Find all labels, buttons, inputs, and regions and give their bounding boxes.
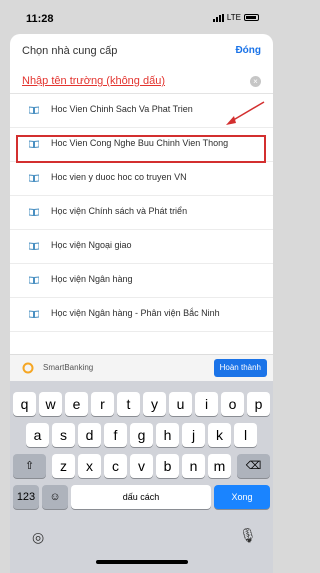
backspace-key[interactable]: ⌫ (237, 454, 270, 478)
key-y[interactable]: y (143, 392, 166, 416)
key-i[interactable]: i (195, 392, 218, 416)
key-m[interactable]: m (208, 454, 231, 478)
microphone-icon[interactable]: 🎙 (239, 527, 257, 544)
key-n[interactable]: n (182, 454, 205, 478)
book-icon (29, 242, 39, 250)
key-w[interactable]: w (39, 392, 62, 416)
key-g[interactable]: g (130, 423, 153, 447)
home-indicator (96, 560, 188, 564)
search-row: × (10, 68, 273, 94)
list-item[interactable]: Hoc Vien Chinh Sach Va Phat Trien (10, 94, 273, 128)
close-button[interactable]: Đóng (235, 45, 261, 56)
key-s[interactable]: s (52, 423, 75, 447)
highlight-box (16, 135, 266, 163)
list-item[interactable]: Học viện Ngân hàng - Phân viện Bắc Ninh (10, 298, 273, 332)
list-item-label: Học viện Chính sách và Phát triển (51, 206, 188, 216)
keyboard: q w e r t y u i o p a s d f g h j k l ⇧ … (10, 381, 273, 573)
key-a[interactable]: a (26, 423, 49, 447)
list-item-label: Hoc Vien Chinh Sach Va Phat Trien (51, 104, 193, 114)
key-o[interactable]: o (221, 392, 244, 416)
clear-icon[interactable]: × (250, 76, 261, 87)
sheet-header: Chọn nhà cung cấp Đóng (10, 34, 273, 68)
key-e[interactable]: e (65, 392, 88, 416)
emoji-key[interactable]: ☺ (42, 485, 68, 509)
key-b[interactable]: b (156, 454, 179, 478)
list-item[interactable]: Học viện Ngân hàng (10, 264, 273, 298)
network-label: LTE (226, 13, 241, 22)
list-item[interactable]: Học viện Chính sách và Phát triển (10, 196, 273, 230)
key-h[interactable]: h (156, 423, 179, 447)
status-bar: 11:28 LTE (0, 0, 283, 34)
key-z[interactable]: z (52, 454, 75, 478)
signal-icon (212, 13, 224, 22)
key-d[interactable]: d (78, 423, 101, 447)
key-f[interactable]: f (104, 423, 127, 447)
list-item[interactable]: Hoc vien y duoc hoc co truyen VN (10, 162, 273, 196)
key-j[interactable]: j (182, 423, 205, 447)
shift-key[interactable]: ⇧ (13, 454, 46, 478)
key-x[interactable]: x (78, 454, 101, 478)
status-indicators: LTE (212, 13, 259, 22)
key-q[interactable]: q (13, 392, 36, 416)
sheet-title: Chọn nhà cung cấp (22, 45, 118, 57)
key-r[interactable]: r (91, 392, 114, 416)
book-icon (29, 106, 39, 114)
list-item[interactable]: Học viện Ngoại giao (10, 230, 273, 264)
list-item-label: Học viện Ngân hàng - Phân viện Bắc Ninh (51, 308, 220, 318)
book-icon (29, 208, 39, 216)
key-c[interactable]: c (104, 454, 127, 478)
battery-icon (244, 14, 259, 21)
keyboard-toolbar: SmartBanking Hoàn thành (10, 354, 273, 381)
key-v[interactable]: v (130, 454, 153, 478)
list-item-label: Học viện Ngân hàng (51, 274, 133, 284)
enter-key[interactable]: Xong (214, 485, 270, 509)
list-item-label: Hoc vien y duoc hoc co truyen VN (51, 172, 187, 182)
key-t[interactable]: t (117, 392, 140, 416)
list-item-label: Học viện Ngoại giao (51, 240, 132, 250)
numbers-key[interactable]: 123 (13, 485, 39, 509)
provider-picker-sheet: Chọn nhà cung cấp Đóng × Hoc Vien Chinh … (10, 34, 273, 354)
school-search-input[interactable] (22, 73, 247, 89)
status-time: 11:28 (26, 13, 54, 25)
book-icon (29, 174, 39, 182)
space-key[interactable]: dấu cách (71, 485, 211, 509)
done-button[interactable]: Hoàn thành (213, 359, 267, 377)
toolbar-brand: SmartBanking (43, 363, 94, 372)
key-u[interactable]: u (169, 392, 192, 416)
key-l[interactable]: l (234, 423, 257, 447)
smartbanking-logo-icon (22, 362, 34, 374)
book-icon (29, 310, 39, 318)
book-icon (29, 276, 39, 284)
key-k[interactable]: k (208, 423, 231, 447)
globe-icon[interactable]: ◎ (32, 529, 44, 546)
key-p[interactable]: p (247, 392, 270, 416)
